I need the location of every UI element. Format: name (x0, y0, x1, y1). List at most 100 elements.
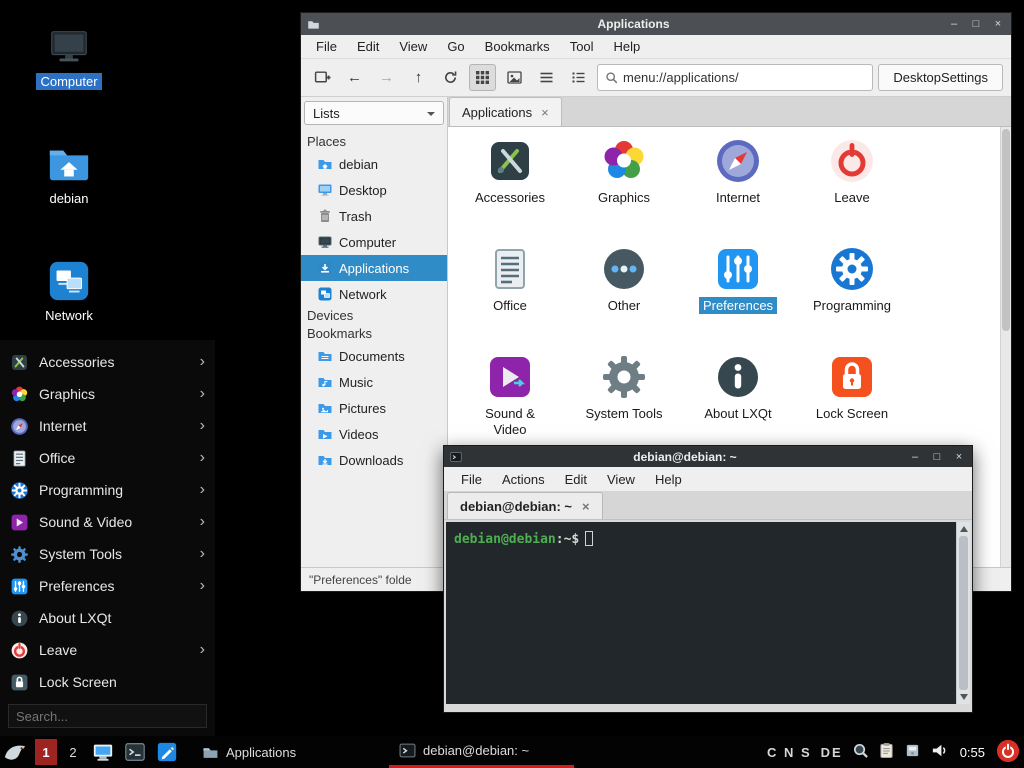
terminal-content[interactable]: debian@debian:~$ (446, 522, 970, 704)
quicklaunch-editor-button[interactable] (154, 739, 180, 765)
app-item-lock-screen[interactable]: Lock Screen (800, 353, 904, 423)
desktop-icon-home[interactable]: debian (21, 141, 117, 208)
quicklaunch-terminal-button[interactable] (122, 739, 148, 765)
app-item-preferences[interactable]: Preferences (686, 245, 790, 315)
sidebar-item-home[interactable]: debian (301, 151, 447, 177)
address-input[interactable] (623, 70, 865, 85)
menu-search-input[interactable] (8, 704, 207, 728)
task-button-applications[interactable]: Applications (192, 736, 377, 768)
volume-tray-button[interactable] (930, 741, 949, 763)
sidebar-item-network[interactable]: Network (301, 281, 447, 307)
quicklaunch-file-manager-button[interactable] (90, 739, 116, 765)
app-item-graphics[interactable]: Graphics (572, 137, 676, 207)
sidebar-item-desktop[interactable]: Desktop (301, 177, 447, 203)
view-thumbnail-button[interactable] (501, 64, 528, 91)
menu-edit[interactable]: Edit (556, 470, 596, 489)
menu-help[interactable]: Help (605, 37, 650, 56)
sidebar-item-videos[interactable]: Videos (301, 421, 447, 447)
menu-item-office[interactable]: Office › (0, 442, 215, 474)
magnifier-tray-button[interactable] (852, 742, 869, 762)
close-button[interactable]: × (952, 451, 966, 463)
scrollbar-thumb[interactable] (959, 536, 968, 690)
maximize-button[interactable]: □ (969, 18, 983, 30)
app-item-programming[interactable]: Programming (800, 245, 904, 315)
terminal-scrollbar[interactable] (956, 522, 970, 704)
workspace-1-button[interactable]: 1 (35, 739, 57, 765)
menu-edit[interactable]: Edit (348, 37, 388, 56)
menu-item-preferences[interactable]: Preferences › (0, 570, 215, 602)
app-item-leave[interactable]: Leave (800, 137, 904, 207)
menu-actions[interactable]: Actions (493, 470, 554, 489)
menu-view[interactable]: View (390, 37, 436, 56)
sidebar-item-documents[interactable]: Documents (301, 343, 447, 369)
view-detailed-button[interactable] (565, 64, 592, 91)
close-button[interactable]: × (991, 18, 1005, 30)
menu-file[interactable]: File (452, 470, 491, 489)
menu-item-about-lxqt[interactable]: About LXQt (0, 602, 215, 634)
menu-item-lock-screen[interactable]: Lock Screen (0, 666, 215, 698)
sidebar-item-downloads[interactable]: Downloads (301, 447, 447, 473)
menu-item-sound-video[interactable]: Sound & Video › (0, 506, 215, 538)
menu-tool[interactable]: Tool (561, 37, 603, 56)
sidebar-item-trash[interactable]: Trash (301, 203, 447, 229)
menu-item-programming[interactable]: Programming › (0, 474, 215, 506)
sidebar-mode-combo[interactable]: Lists (304, 101, 444, 125)
start-menu-button[interactable] (0, 736, 30, 768)
menu-item-graphics[interactable]: Graphics › (0, 378, 215, 410)
forward-button[interactable]: → (373, 64, 400, 91)
tab-applications[interactable]: Applications × (449, 97, 562, 126)
clipboard-tray-button[interactable] (878, 742, 895, 762)
menu-item-accessories[interactable]: Accessories › (0, 346, 215, 378)
archive-tray-button[interactable] (904, 742, 921, 762)
sidebar-item-applications[interactable]: Applications (301, 255, 447, 281)
menu-go[interactable]: Go (438, 37, 473, 56)
task-button-terminal[interactable]: debian@debian: ~ (389, 736, 574, 768)
menu-view[interactable]: View (598, 470, 644, 489)
menu-bookmarks[interactable]: Bookmarks (476, 37, 559, 56)
view-compact-button[interactable] (533, 64, 560, 91)
app-item-system-tools[interactable]: System Tools (572, 353, 676, 423)
keyboard-indicators[interactable]: C N S (767, 745, 812, 760)
new-tab-button[interactable] (309, 64, 336, 91)
desktop-settings-button[interactable]: DesktopSettings (878, 64, 1003, 91)
app-item-sound-video[interactable]: Sound & Video (458, 353, 562, 440)
vertical-scrollbar[interactable] (1000, 127, 1011, 567)
menu-item-system-tools[interactable]: System Tools › (0, 538, 215, 570)
up-button[interactable]: ↑ (405, 64, 432, 91)
app-item-internet[interactable]: Internet (686, 137, 790, 207)
sidebar-item-music[interactable]: Music (301, 369, 447, 395)
task-label: Applications (226, 745, 296, 760)
clock[interactable]: 0:55 (958, 745, 987, 760)
desktop-icon-computer[interactable]: Computer (21, 24, 117, 91)
minimize-button[interactable]: – (908, 451, 922, 463)
address-bar[interactable] (597, 64, 873, 91)
workspace-2-button[interactable]: 2 (62, 739, 84, 765)
app-item-about-lxqt[interactable]: About LXQt (686, 353, 790, 423)
tab-close-icon[interactable]: × (582, 499, 590, 514)
app-item-office[interactable]: Office (458, 245, 562, 315)
terminal-tab[interactable]: debian@debian: ~ × (447, 492, 603, 519)
maximize-button[interactable]: □ (930, 451, 944, 463)
reload-button[interactable] (437, 64, 464, 91)
menu-item-internet[interactable]: Internet › (0, 410, 215, 442)
menu-help[interactable]: Help (646, 470, 691, 489)
shutdown-button[interactable] (996, 739, 1020, 766)
app-item-accessories[interactable]: Accessories (458, 137, 562, 207)
preferences-icon (714, 245, 762, 293)
sidebar-item-computer[interactable]: Computer (301, 229, 447, 255)
menu-file[interactable]: File (307, 37, 346, 56)
app-item-other[interactable]: Other (572, 245, 676, 315)
scroll-up-icon[interactable] (960, 526, 968, 532)
keyboard-layout[interactable]: DE (821, 745, 843, 760)
scrollbar-thumb[interactable] (1002, 129, 1010, 331)
file-manager-title-bar[interactable]: Applications – □ × (301, 13, 1011, 35)
tab-close-icon[interactable]: × (541, 105, 549, 120)
terminal-title-bar[interactable]: debian@debian: ~ – □ × (444, 446, 972, 467)
back-button[interactable]: ← (341, 64, 368, 91)
sidebar-item-pictures[interactable]: Pictures (301, 395, 447, 421)
scroll-down-icon[interactable] (960, 694, 968, 700)
view-icons-button[interactable] (469, 64, 496, 91)
desktop-icon-network[interactable]: Network (21, 258, 117, 325)
menu-item-leave[interactable]: Leave › (0, 634, 215, 666)
minimize-button[interactable]: – (947, 18, 961, 30)
